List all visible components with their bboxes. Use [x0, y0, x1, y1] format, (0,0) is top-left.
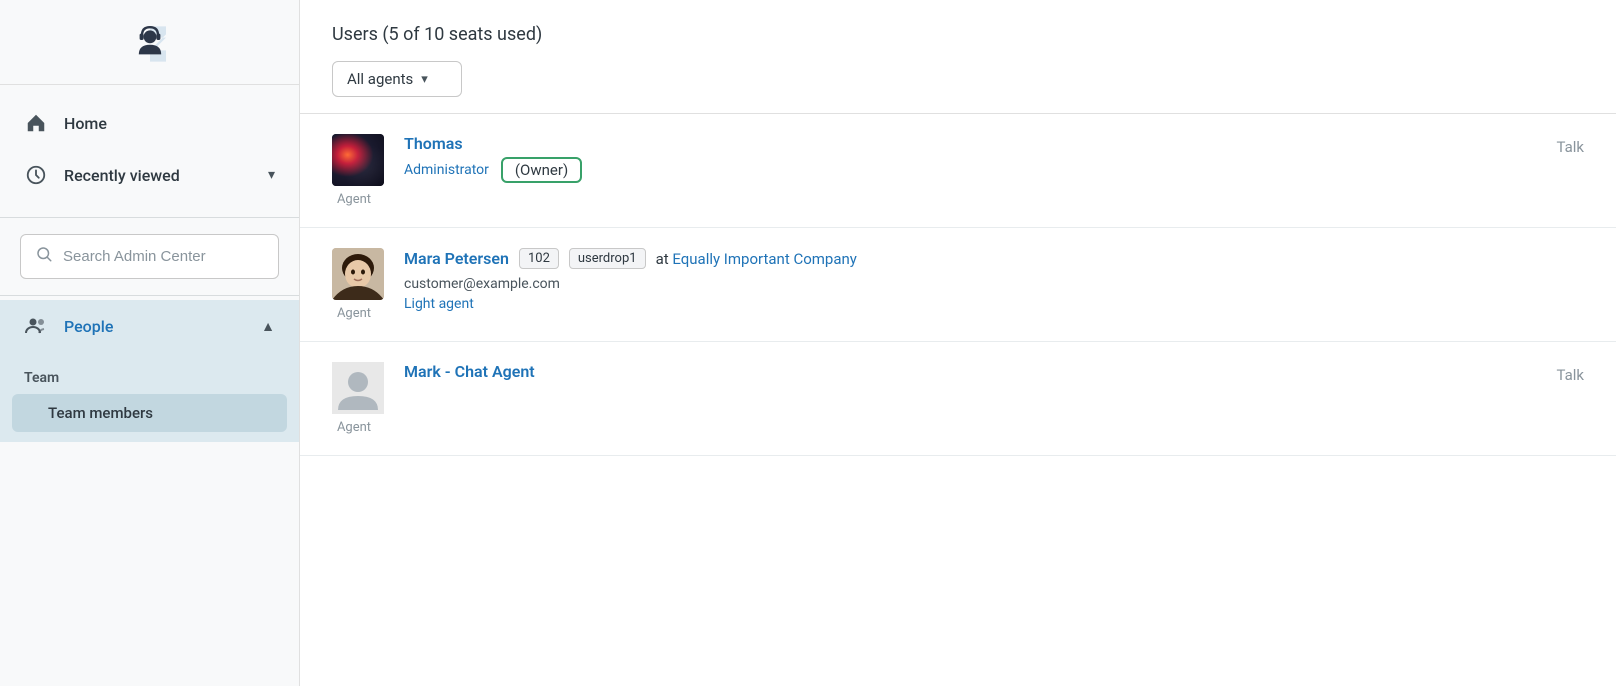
user-type-label: Agent — [337, 306, 371, 321]
user-badge-number: 102 — [519, 248, 559, 269]
page-title: Users (5 of 10 seats used) — [332, 24, 1584, 45]
people-icon — [24, 314, 48, 338]
nav-item-recently-viewed[interactable]: Recently viewed ▾ — [0, 149, 299, 201]
avatar — [332, 134, 384, 186]
search-divider — [0, 295, 299, 296]
dropdown-chevron-icon: ▾ — [421, 72, 428, 87]
zendesk-logo-icon — [126, 20, 174, 68]
nav-item-home-label: Home — [64, 114, 275, 133]
agents-filter-label: All agents — [347, 70, 413, 88]
user-role-row: Administrator (Owner) — [404, 157, 1536, 183]
sidebar-item-team-members[interactable]: Team members — [12, 394, 287, 432]
chevron-down-icon: ▾ — [268, 167, 275, 183]
search-input[interactable] — [63, 248, 264, 265]
user-info: Mark - Chat Agent — [404, 362, 1536, 381]
user-name[interactable]: Mara Petersen — [404, 249, 509, 268]
avatar — [332, 362, 384, 414]
agents-filter-dropdown[interactable]: All agents ▾ — [332, 61, 462, 97]
user-info: Mara Petersen 102 userdrop1 at Equally I… — [404, 248, 1584, 312]
search-icon — [35, 245, 53, 268]
owner-badge: (Owner) — [501, 157, 582, 183]
main-content: Users (5 of 10 seats used) All agents ▾ … — [300, 0, 1616, 686]
search-container — [0, 222, 299, 291]
search-box[interactable] — [20, 234, 279, 279]
user-email: customer@example.com — [404, 273, 1584, 292]
user-type-label: Agent — [337, 420, 371, 435]
avatar — [332, 248, 384, 300]
user-role[interactable]: Light agent — [404, 296, 474, 312]
nav-item-recently-viewed-label: Recently viewed — [64, 166, 252, 185]
team-section-label: Team — [0, 360, 299, 392]
sidebar: Home Recently viewed ▾ — [0, 0, 300, 686]
table-row: Agent Mara Petersen 102 userdrop1 at Equ… — [300, 228, 1616, 342]
user-row-right: Talk — [1556, 362, 1584, 384]
sidebar-logo — [0, 0, 299, 85]
user-role[interactable]: Administrator — [404, 162, 489, 178]
user-type-label: Agent — [337, 192, 371, 207]
user-badge-tag: userdrop1 — [569, 248, 646, 269]
user-company: at Equally Important Company — [656, 250, 857, 268]
people-section: People ▲ Team Team members — [0, 300, 299, 442]
table-row: Agent Thomas Administrator (Owner) Talk — [300, 114, 1616, 228]
user-row-right: Talk — [1556, 134, 1584, 156]
user-name[interactable]: Mark - Chat Agent — [404, 362, 535, 381]
company-link[interactable]: Equally Important Company — [672, 250, 857, 268]
home-icon — [24, 111, 48, 135]
user-info: Thomas Administrator (Owner) — [404, 134, 1536, 183]
chevron-up-icon: ▲ — [261, 318, 275, 335]
nav-item-people-label: People — [64, 317, 245, 336]
user-product: Talk — [1556, 134, 1584, 156]
table-row: Agent Mark - Chat Agent Talk — [300, 342, 1616, 456]
user-list: Agent Thomas Administrator (Owner) Talk — [300, 114, 1616, 456]
user-product: Talk — [1556, 362, 1584, 384]
nav-item-people[interactable]: People ▲ — [0, 300, 299, 352]
nav-divider — [0, 217, 299, 218]
sidebar-nav: Home Recently viewed ▾ — [0, 85, 299, 213]
clock-icon — [24, 163, 48, 187]
nav-item-home[interactable]: Home — [0, 97, 299, 149]
user-name[interactable]: Thomas — [404, 134, 463, 153]
sub-nav: Team Team members — [0, 352, 299, 442]
main-header: Users (5 of 10 seats used) All agents ▾ — [300, 0, 1616, 114]
filter-row: All agents ▾ — [332, 61, 1584, 97]
